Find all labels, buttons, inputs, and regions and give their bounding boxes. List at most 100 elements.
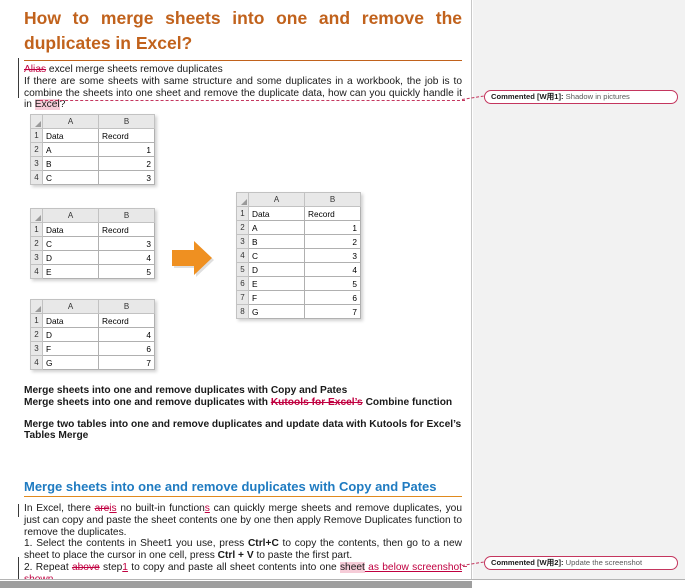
row-header[interactable]: 2 (30, 142, 43, 157)
row-header[interactable]: 1 (30, 128, 43, 143)
column-header-b[interactable]: B (98, 299, 155, 314)
toc-item-2[interactable]: Merge sheets into one and remove duplica… (24, 397, 462, 409)
column-header-a[interactable]: A (42, 114, 99, 129)
column-header-a[interactable]: A (42, 299, 99, 314)
cell[interactable]: 1 (304, 220, 361, 235)
cell[interactable]: 2 (98, 156, 155, 171)
section-heading: Merge sheets into one and remove duplica… (24, 479, 462, 497)
cell[interactable]: E (42, 264, 99, 279)
cell[interactable]: A (248, 220, 305, 235)
cell[interactable]: D (248, 262, 305, 277)
select-all-corner[interactable] (30, 208, 43, 223)
row-header[interactable]: 4 (236, 248, 249, 263)
row-header[interactable]: 5 (236, 262, 249, 277)
section-paragraph: In Excel, there areis no built-in functi… (24, 503, 462, 538)
cell[interactable]: Data (42, 222, 99, 237)
cell[interactable]: 4 (98, 250, 155, 265)
cell[interactable]: Record (98, 313, 155, 328)
horizontal-scrollbar[interactable] (0, 579, 685, 588)
row-header[interactable]: 8 (236, 304, 249, 319)
row-header[interactable]: 1 (30, 313, 43, 328)
cell[interactable]: 5 (98, 264, 155, 279)
cell[interactable]: Record (98, 128, 155, 143)
cell[interactable]: D (42, 250, 99, 265)
page-title: How to merge sheets into one and remove … (24, 0, 462, 56)
step2-a: 2. Repeat (24, 561, 72, 573)
toc-item-3[interactable]: Merge two tables into one and remove dup… (24, 419, 462, 443)
row-header[interactable]: 3 (236, 234, 249, 249)
cell[interactable]: Data (42, 313, 99, 328)
cell[interactable]: B (248, 234, 305, 249)
cell[interactable]: Record (304, 206, 361, 221)
row-header[interactable]: 4 (30, 170, 43, 185)
cell[interactable]: C (42, 170, 99, 185)
cell[interactable]: F (42, 341, 99, 356)
cell[interactable]: 7 (304, 304, 361, 319)
cell[interactable]: 7 (98, 355, 155, 370)
comment-bubble-2[interactable]: Commented [W用2]: Update the screenshot (484, 556, 678, 570)
select-all-corner[interactable] (236, 192, 249, 207)
para-inserted-is: is (109, 503, 117, 514)
scrollbar-thumb[interactable] (0, 581, 472, 588)
comment-bubble-1[interactable]: Commented [W用1]: Shadow in pictures (484, 90, 678, 104)
row-header[interactable]: 1 (236, 206, 249, 221)
row-header[interactable]: 2 (30, 236, 43, 251)
alias-text: excel merge sheets remove duplicates (46, 64, 223, 75)
document-page[interactable]: How to merge sheets into one and remove … (0, 0, 472, 579)
cell[interactable]: C (248, 248, 305, 263)
step2-highlight-sheet: sheet (339, 561, 365, 573)
intro-text: If there are some sheets with same struc… (24, 75, 462, 111)
cell[interactable]: F (248, 290, 305, 305)
cell[interactable]: E (248, 276, 305, 291)
cell[interactable]: 5 (304, 276, 361, 291)
column-header-b[interactable]: B (98, 114, 155, 129)
cell[interactable]: 3 (98, 170, 155, 185)
column-header-a[interactable]: A (42, 208, 99, 223)
cell[interactable]: 3 (98, 236, 155, 251)
word-document-view: How to merge sheets into one and remove … (0, 0, 685, 588)
row-header[interactable]: 3 (30, 156, 43, 171)
table-row: 3 D 4 (30, 250, 155, 265)
row-header[interactable]: 4 (30, 264, 43, 279)
cell[interactable]: 6 (304, 290, 361, 305)
row-header[interactable]: 4 (30, 355, 43, 370)
toc-item-2-post: Combine function (362, 396, 453, 408)
cell[interactable]: 1 (98, 142, 155, 157)
select-all-corner[interactable] (30, 299, 43, 314)
table-row: 2 A 1 (30, 142, 155, 157)
cell[interactable]: Data (42, 128, 99, 143)
cell[interactable]: 6 (98, 341, 155, 356)
cell[interactable]: Data (248, 206, 305, 221)
column-header-b[interactable]: B (304, 192, 361, 207)
row-header[interactable]: 3 (30, 341, 43, 356)
cell[interactable]: 3 (304, 248, 361, 263)
row-header[interactable]: 7 (236, 290, 249, 305)
toc-item-1[interactable]: Merge sheets into one and remove duplica… (24, 385, 462, 397)
column-header-b[interactable]: B (98, 208, 155, 223)
cell[interactable]: C (42, 236, 99, 251)
step2-deleted-above: above (71, 561, 100, 573)
cell[interactable]: G (248, 304, 305, 319)
row-header[interactable]: 2 (236, 220, 249, 235)
cell[interactable]: 2 (304, 234, 361, 249)
row-header[interactable]: 1 (30, 222, 43, 237)
row-header[interactable]: 2 (30, 327, 43, 342)
intro-paragraph: If there are some sheets with same struc… (24, 76, 462, 111)
column-header-a[interactable]: A (248, 192, 305, 207)
cell[interactable]: Record (98, 222, 155, 237)
para-a: In Excel, there (24, 503, 95, 514)
row-header[interactable]: 3 (30, 250, 43, 265)
row-header[interactable]: 6 (236, 276, 249, 291)
cell[interactable]: A (42, 142, 99, 157)
step1-shortcut-copy: Ctrl+C (247, 538, 279, 550)
select-all-corner[interactable] (30, 114, 43, 129)
cell[interactable]: B (42, 156, 99, 171)
cell[interactable]: G (42, 355, 99, 370)
step1-d: to paste the first part. (253, 550, 353, 562)
cell[interactable]: 4 (304, 262, 361, 277)
cell[interactable]: D (42, 327, 99, 342)
comment-anchor-underline-1 (40, 100, 465, 101)
cell[interactable]: 4 (98, 327, 155, 342)
step2-c: to copy and paste all sheet contents int… (127, 561, 340, 573)
change-bar-intro (18, 58, 19, 98)
